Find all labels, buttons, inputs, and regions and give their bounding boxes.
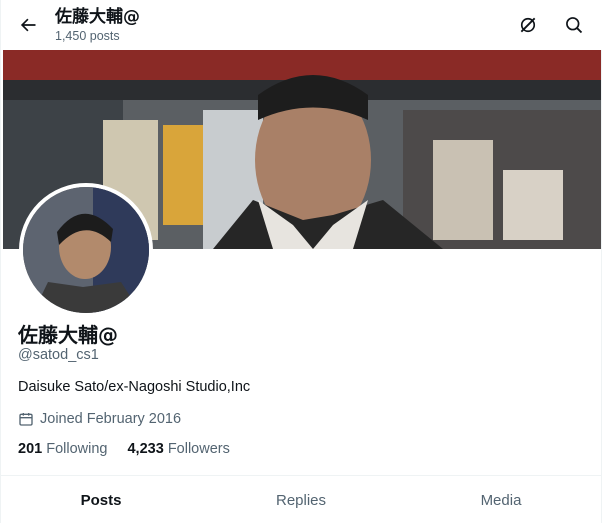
joined-date: Joined February 2016 bbox=[18, 411, 181, 427]
header-title-group: 佐藤大輔@ 1,450 posts bbox=[55, 6, 140, 44]
following-count: 201 bbox=[18, 441, 43, 457]
following-label: Following bbox=[46, 441, 108, 457]
joined-text: Joined February 2016 bbox=[40, 411, 182, 427]
calendar-icon bbox=[19, 413, 33, 426]
follow-stats: 201 Following 4,233 Followers bbox=[18, 441, 230, 457]
tab-replies[interactable]: Replies bbox=[201, 476, 401, 523]
arrow-left-icon bbox=[20, 18, 36, 32]
grok-icon bbox=[520, 17, 536, 33]
header-title: 佐藤大輔@ bbox=[55, 7, 140, 27]
avatar-image bbox=[23, 187, 149, 313]
top-bar: 佐藤大輔@ 1,450 posts bbox=[1, 0, 602, 50]
profile-bio: Daisuke Sato/ex-Nagoshi Studio,Inc bbox=[18, 379, 251, 395]
followers-label: Followers bbox=[167, 441, 230, 457]
followers-link[interactable]: 4,233 Followers bbox=[127, 441, 229, 457]
tab-media[interactable]: Media bbox=[401, 476, 601, 523]
grok-button[interactable] bbox=[513, 10, 543, 40]
back-button[interactable] bbox=[13, 10, 43, 40]
avatar[interactable] bbox=[19, 183, 153, 317]
tab-posts[interactable]: Posts bbox=[1, 476, 201, 523]
following-link[interactable]: 201 Following bbox=[18, 441, 107, 457]
profile-display-name: 佐藤大輔@ bbox=[18, 323, 118, 347]
posts-count: 1,450 posts bbox=[55, 29, 120, 43]
profile-handle: @satod_cs1 bbox=[18, 347, 99, 363]
search-button[interactable] bbox=[559, 10, 589, 40]
profile-page: 佐藤大輔@ 1,450 posts 佐藤大輔@ @satod_cs1 Daisu… bbox=[0, 0, 602, 523]
search-icon bbox=[566, 17, 583, 34]
followers-count: 4,233 bbox=[127, 441, 164, 457]
profile-tabs: Posts Replies Media bbox=[1, 475, 602, 523]
